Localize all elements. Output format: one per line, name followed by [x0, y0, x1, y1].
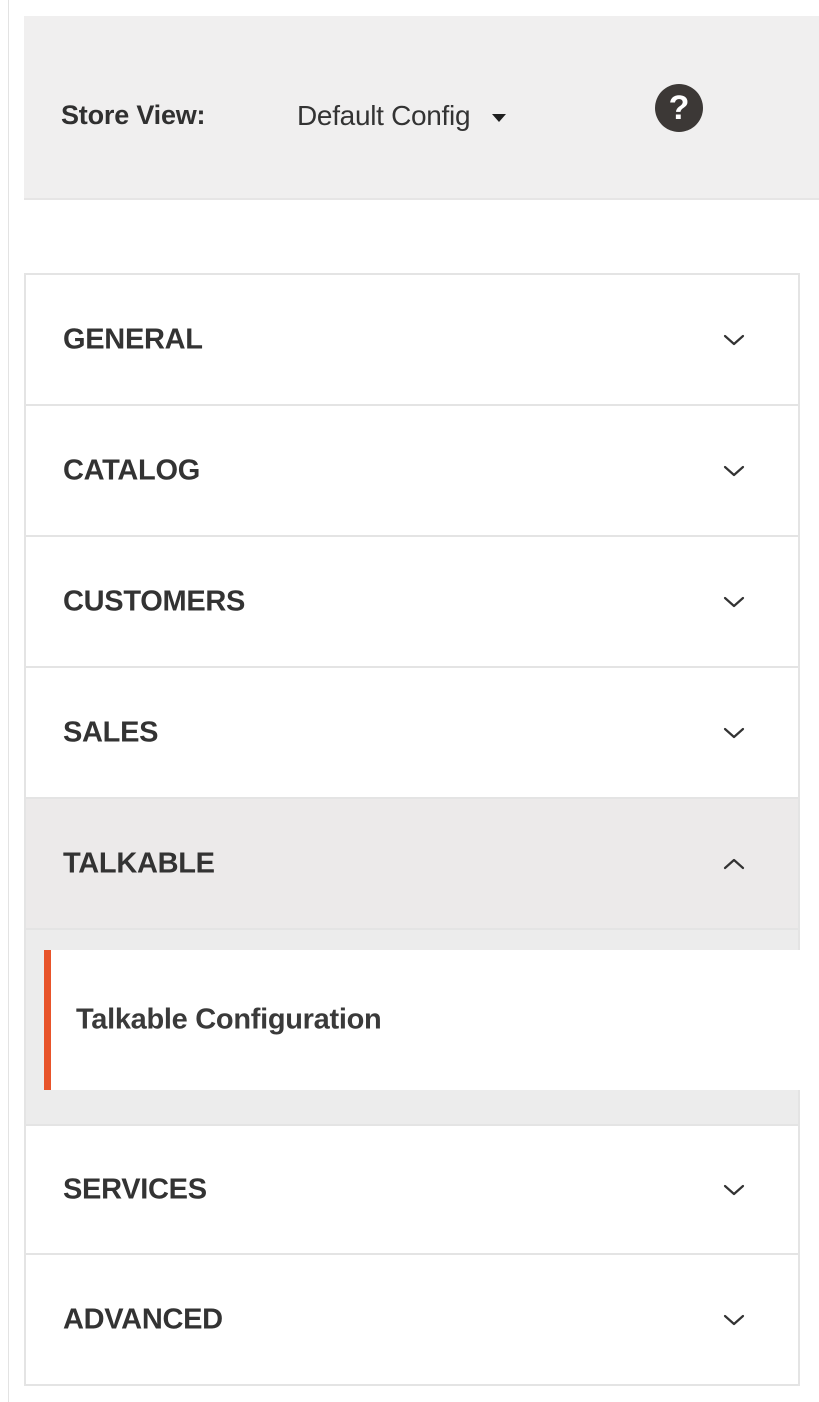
tab-title: ADVANCED: [63, 1303, 223, 1335]
tab-title: SERVICES: [63, 1173, 207, 1205]
tab-talkable[interactable]: TALKABLE: [24, 799, 800, 930]
chevron-down-icon: [723, 465, 745, 476]
chevron-down-icon: [723, 727, 745, 738]
store-view-label: Store View:: [61, 100, 206, 130]
active-indicator: [44, 950, 51, 1090]
store-view-dropdown[interactable]: Default Config: [297, 96, 507, 136]
tab-title: CUSTOMERS: [63, 585, 246, 617]
chevron-up-icon: [723, 858, 745, 869]
chevron-down-icon: [723, 1314, 745, 1325]
tab-title: SALES: [63, 716, 159, 748]
chevron-down-icon: [723, 334, 745, 345]
caret-down-icon: [492, 114, 507, 122]
tab-services[interactable]: SERVICES: [24, 1124, 800, 1255]
submenu-item-label: Talkable Configuration: [76, 1003, 382, 1036]
chevron-down-icon: [723, 596, 745, 607]
tab-general[interactable]: GENERAL: [24, 273, 800, 406]
submenu-item-talkable-configuration[interactable]: Talkable Configuration: [44, 950, 801, 1090]
tab-title: TALKABLE: [63, 847, 215, 879]
tab-advanced[interactable]: ADVANCED: [24, 1255, 800, 1386]
talkable-submenu: Talkable Configuration: [24, 930, 801, 1124]
config-page: Store View: Default Config ? GENERAL CAT…: [0, 0, 819, 1402]
config-tabs: GENERAL CATALOG CUSTOMERS SALES TALKABLE: [24, 273, 801, 1386]
tab-catalog[interactable]: CATALOG: [24, 406, 800, 537]
tab-customers[interactable]: CUSTOMERS: [24, 537, 800, 668]
question-circle-icon[interactable]: ?: [655, 84, 703, 132]
chevron-down-icon: [723, 1184, 745, 1195]
store-view-selected: Default Config: [297, 100, 471, 131]
tab-sales[interactable]: SALES: [24, 668, 800, 799]
page-border: [8, 0, 9, 1402]
store-view-bar: Store View: Default Config ?: [24, 16, 819, 200]
tab-title: GENERAL: [63, 323, 203, 355]
tab-title: CATALOG: [63, 454, 200, 486]
